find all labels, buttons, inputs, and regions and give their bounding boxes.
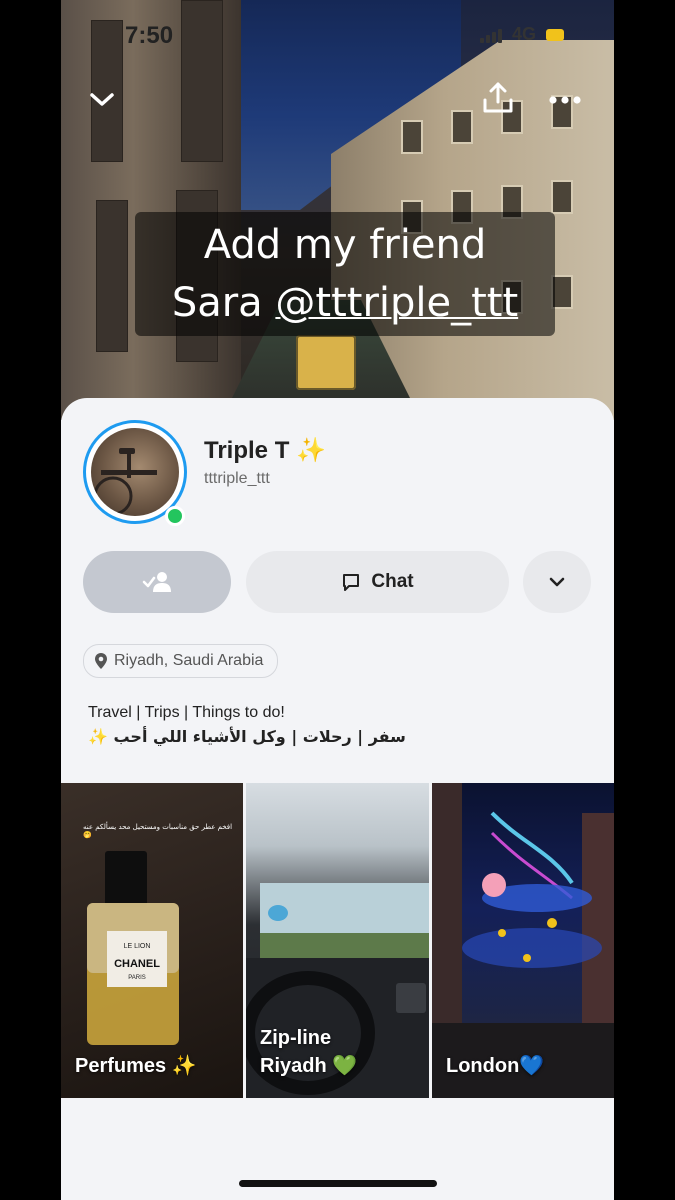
phone-screen: 7:50 4G Add my friend Sara @tttriple_ttt…: [61, 0, 614, 1200]
highlight-london[interactable]: London💙: [432, 783, 614, 1098]
chat-button[interactable]: Chat: [246, 551, 509, 613]
bio-line-2: سفر | رحلات | وكل الأشياء اللي أحب ✨: [88, 727, 406, 746]
friend-status-button[interactable]: [83, 551, 231, 613]
status-indicators: 4G: [479, 24, 564, 45]
building-left: [61, 0, 241, 420]
chevron-down-icon: [90, 93, 114, 106]
friend-check-icon: [142, 572, 171, 592]
close-story-button[interactable]: [80, 78, 124, 122]
share-button[interactable]: [476, 76, 520, 120]
home-indicator[interactable]: [239, 1180, 437, 1187]
more-actions-button[interactable]: [523, 551, 591, 613]
caption-prefix: Sara: [171, 280, 276, 326]
avatar-photo: [93, 448, 157, 516]
online-status-dot: [165, 506, 185, 526]
highlight-label: London💙: [446, 1055, 545, 1077]
svg-text:PARIS: PARIS: [128, 975, 146, 981]
more-options-button[interactable]: [543, 78, 587, 122]
highlight-label: Perfumes ✨: [75, 1055, 197, 1077]
location-text: Riyadh, Saudi Arabia: [114, 652, 264, 669]
more-icon: [549, 96, 581, 104]
caption-handle-link[interactable]: @tttriple_ttt: [275, 280, 518, 326]
perfume-bottle: LE LION CHANEL PARIS: [87, 851, 179, 1045]
chat-label: Chat: [371, 571, 414, 592]
avatar: [91, 428, 179, 516]
signal-icon: [479, 27, 502, 43]
network-type: 4G: [511, 24, 536, 44]
highlights-grid: افخم عطر حق مناسبات ومستحيل محد يسألكم ع…: [61, 783, 614, 1098]
battery-icon: [546, 28, 564, 41]
sparkles-emoji: ✨: [296, 437, 326, 464]
display-name: Triple T ✨: [204, 436, 326, 465]
share-icon: [483, 82, 513, 113]
display-name-text: Triple T: [204, 437, 290, 464]
caption-line-2: Sara @tttriple_ttt: [135, 274, 555, 332]
status-time: 7:50: [125, 22, 174, 49]
svg-text:CHANEL: CHANEL: [114, 958, 160, 970]
story-caption: Add my friend Sara @tttriple_ttt: [135, 212, 555, 336]
location-chip[interactable]: Riyadh, Saudi Arabia: [83, 644, 279, 678]
chevron-down-icon: [549, 577, 565, 587]
username: tttriple_ttt: [204, 470, 270, 487]
location-pin-icon: [95, 653, 107, 669]
story-photo: 7:50 4G Add my friend Sara @tttriple_ttt: [61, 0, 614, 420]
tram: [296, 335, 356, 390]
highlight-zipline[interactable]: Zip-line Riyadh 💚: [246, 783, 429, 1098]
london-lights: [432, 783, 614, 1098]
highlight-label: Zip-line Riyadh 💚: [260, 1027, 358, 1077]
caption-line-1: Add my friend: [203, 222, 487, 268]
highlight-perfumes[interactable]: افخم عطر حق مناسبات ومستحيل محد يسألكم ع…: [61, 783, 243, 1098]
svg-text:LE LION: LE LION: [124, 943, 151, 950]
bio-line-1: Travel | Trips | Things to do!: [88, 704, 285, 721]
chat-icon: [343, 574, 360, 591]
